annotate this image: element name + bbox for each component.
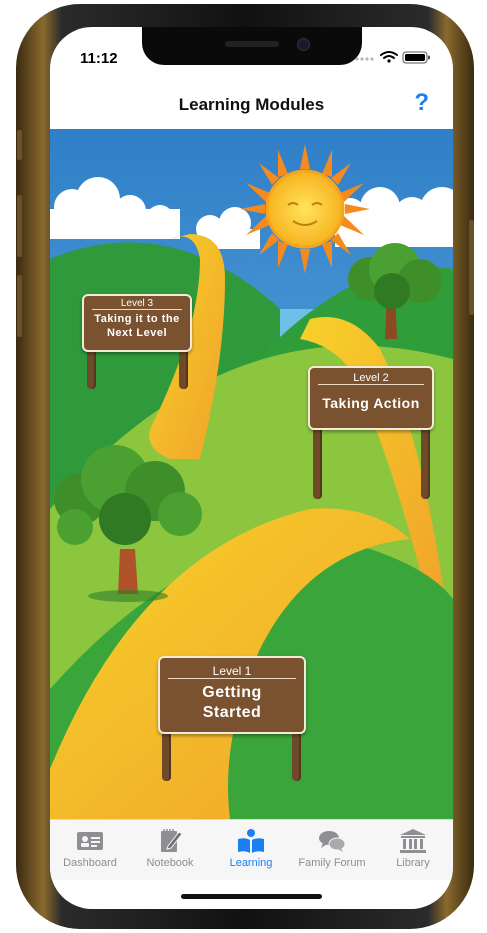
volume-up-button (17, 195, 22, 257)
page-title: Learning Modules (178, 95, 325, 114)
side-button (17, 130, 22, 160)
notch (142, 27, 362, 65)
tab-family-forum[interactable]: Family Forum (292, 820, 372, 880)
notebook-pencil-icon (161, 829, 183, 852)
signal-icon (355, 57, 374, 61)
sign-level-label: Level 1 (168, 658, 296, 679)
level-2-sign-board[interactable]: Level 2 Taking Action (308, 366, 434, 430)
power-button (469, 220, 474, 315)
status-time: 11:12 (80, 50, 118, 67)
level-3-sign-board[interactable]: Level 3 Taking it to the Next Level (82, 294, 192, 352)
sign-post (313, 419, 322, 499)
wifi-icon (380, 51, 398, 63)
id-card-icon (77, 832, 103, 850)
sign-post (421, 419, 430, 499)
tab-label: Learning (229, 857, 273, 869)
sign-title: Taking Action (322, 395, 420, 411)
tab-library[interactable]: Library (373, 820, 453, 880)
volume-down-button (17, 275, 22, 337)
tab-label: Dashboard (63, 857, 117, 869)
sun (240, 144, 370, 274)
help-button[interactable]: ? (414, 89, 429, 117)
home-indicator[interactable] (181, 894, 322, 899)
navigation-bar: Learning Modules ? (50, 77, 453, 129)
tab-label: Family Forum (298, 857, 366, 869)
tab-bar: Dashboard Notebook Learning Family Forum… (50, 819, 453, 880)
sign-title: Getting Started (202, 684, 262, 721)
library-building-icon (400, 829, 426, 853)
status-indicators (353, 50, 433, 64)
screen: 11:12 Learning Modules ? Level 3 Taking … (50, 27, 453, 909)
reader-book-icon (238, 829, 264, 853)
sign-title: Taking it to the Next Level (94, 313, 180, 339)
tab-notebook[interactable]: Notebook (130, 820, 210, 880)
camera (297, 38, 310, 51)
tab-label: Library (396, 857, 430, 869)
sign-level-label: Level 3 (92, 296, 182, 310)
tab-dashboard[interactable]: Dashboard (50, 820, 130, 880)
tab-learning[interactable]: Learning (211, 820, 291, 880)
learning-path-scene: Level 3 Taking it to the Next Level Leve… (50, 129, 453, 819)
sign-level-label: Level 2 (318, 368, 424, 385)
tab-label: Notebook (146, 857, 194, 869)
chat-bubbles-icon (319, 831, 346, 852)
level-1-sign-board[interactable]: Level 1 Getting Started (158, 656, 306, 734)
speaker (225, 41, 279, 47)
battery-icon (402, 51, 430, 64)
